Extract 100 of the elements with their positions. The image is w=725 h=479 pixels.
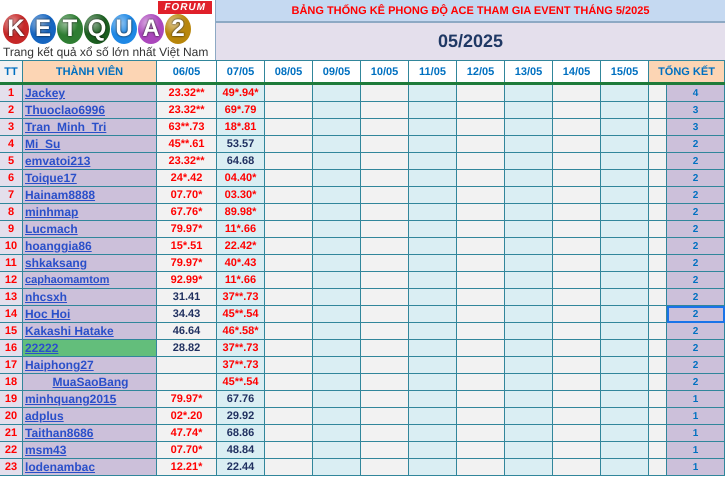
table-cell: 2 [667,238,725,255]
table-cell: 28.82 [157,340,217,357]
member-link[interactable]: Toique17 [23,170,157,187]
forum-badge: FORUM [158,1,212,14]
table-cell: 2 [667,153,725,170]
column-header: 14/05 [553,60,601,82]
member-link[interactable]: Tran_Minh_Tri [23,119,157,136]
table-cell: 6 [0,170,23,187]
member-link[interactable]: Hoc Hoi [23,306,157,323]
table-cell: 17 [0,357,23,374]
table-cell: 4 [667,85,725,102]
table-cell: 92.99* [157,272,217,289]
member-link[interactable]: hoanggia86 [23,238,157,255]
table-cell: 31.41 [157,289,217,306]
table-cell: 23.32** [157,153,217,170]
table-cell: 7 [0,187,23,204]
member-link[interactable]: Kakashi Hatake [23,323,157,340]
member-link[interactable]: minhquang2015 [23,391,157,408]
member-link[interactable]: Jackey [23,85,157,102]
member-link[interactable]: shkaksang [23,255,157,272]
table-cell: 2 [667,221,725,238]
member-link[interactable]: emvatoi213 [23,153,157,170]
member-link[interactable]: Haiphong27 [23,357,157,374]
member-link[interactable]: nhcsxh [23,289,157,306]
table-cell: 11 [0,255,23,272]
table-cell: 18 [0,374,23,391]
member-link[interactable]: Mi_Su [23,136,157,153]
member-link[interactable]: MuaSaoBang [23,374,157,391]
column-header: 09/05 [313,60,361,82]
table-cell: 89.98* [217,204,265,221]
column-header: TỔNG KẾT [649,60,725,82]
table-cell: 19 [0,391,23,408]
member-link[interactable]: Lucmach [23,221,157,238]
table-cell: 67.76 [217,391,265,408]
member-link[interactable]: adplus [23,408,157,425]
logo-letter: A [138,14,164,44]
column-header: 11/05 [409,60,457,82]
table-cell: 2 [667,136,725,153]
table-cell: 79.97* [157,391,217,408]
table-cell: 37**.73 [217,340,265,357]
member-link[interactable]: Hainam8888 [23,187,157,204]
table-cell: 2 [667,204,725,221]
column-header: 08/05 [265,60,313,82]
table-cell: 23.32** [157,102,217,119]
member-link[interactable]: msm43 [23,442,157,459]
member-link[interactable]: minhmap [23,204,157,221]
table-cell: 9 [0,221,23,238]
logo-letter: Q [84,14,110,44]
table-cell: 2 [667,323,725,340]
table-cell: 1 [667,442,725,459]
table-cell: 37**.73 [217,289,265,306]
logo-letter: E [30,14,56,44]
table-cell: 22 [0,442,23,459]
table-cell: 5 [0,153,23,170]
table-cell: 46.64 [157,323,217,340]
table-cell: 3 [667,102,725,119]
column-header: TT [0,60,23,82]
table-cell: 07.70* [157,442,217,459]
logo-letter: U [111,14,137,44]
table-cell: 2 [667,187,725,204]
table-cell: 02*.20 [157,408,217,425]
table-cell: 18*.81 [217,119,265,136]
table-cell: 11*.66 [217,221,265,238]
table-cell: 07.70* [157,187,217,204]
table-cell: 04.40* [217,170,265,187]
table-cell: 2 [667,340,725,357]
table-cell: 23.32** [157,85,217,102]
table-cell: 10 [0,238,23,255]
table-cell: 11*.66 [217,272,265,289]
logo-tagline: Trang kết quả xổ số lớn nhất Việt Nam [3,45,210,59]
table-cell: 20 [0,408,23,425]
table-cell: 13 [0,289,23,306]
table-cell: 16 [0,340,23,357]
table-cell: 2 [667,170,725,187]
table-cell: 03.30* [217,187,265,204]
table-cell: 40*.43 [217,255,265,272]
table-cell: 69*.79 [217,102,265,119]
table-cell: 22.44 [217,459,265,476]
table-cell: 45**.61 [157,136,217,153]
table-cell: 45**.54 [217,374,265,391]
table-cell: 1 [667,459,725,476]
table-cell: 1 [667,391,725,408]
table-cell: 64.68 [217,153,265,170]
table-cell: 4 [0,136,23,153]
member-link[interactable]: Taithan8686 [23,425,157,442]
table-cell: 8 [0,204,23,221]
table-cell: 63**.73 [157,119,217,136]
member-link[interactable]: Thuoclao6996 [23,102,157,119]
table-cell: 48.84 [217,442,265,459]
member-link[interactable]: caphaomamtom [23,272,157,289]
table-cell: 2 [667,306,725,323]
member-link[interactable]: 22222 [23,340,157,357]
member-link[interactable]: lodenambac [23,459,157,476]
table-cell: 15 [0,323,23,340]
column-header: 07/05 [217,60,265,82]
table-cell: 37**.73 [217,357,265,374]
table-cell: 2 [667,255,725,272]
column-header: 06/05 [157,60,217,82]
table-cell: 46*.58* [217,323,265,340]
column-header: THÀNH VIÊN [23,60,157,82]
